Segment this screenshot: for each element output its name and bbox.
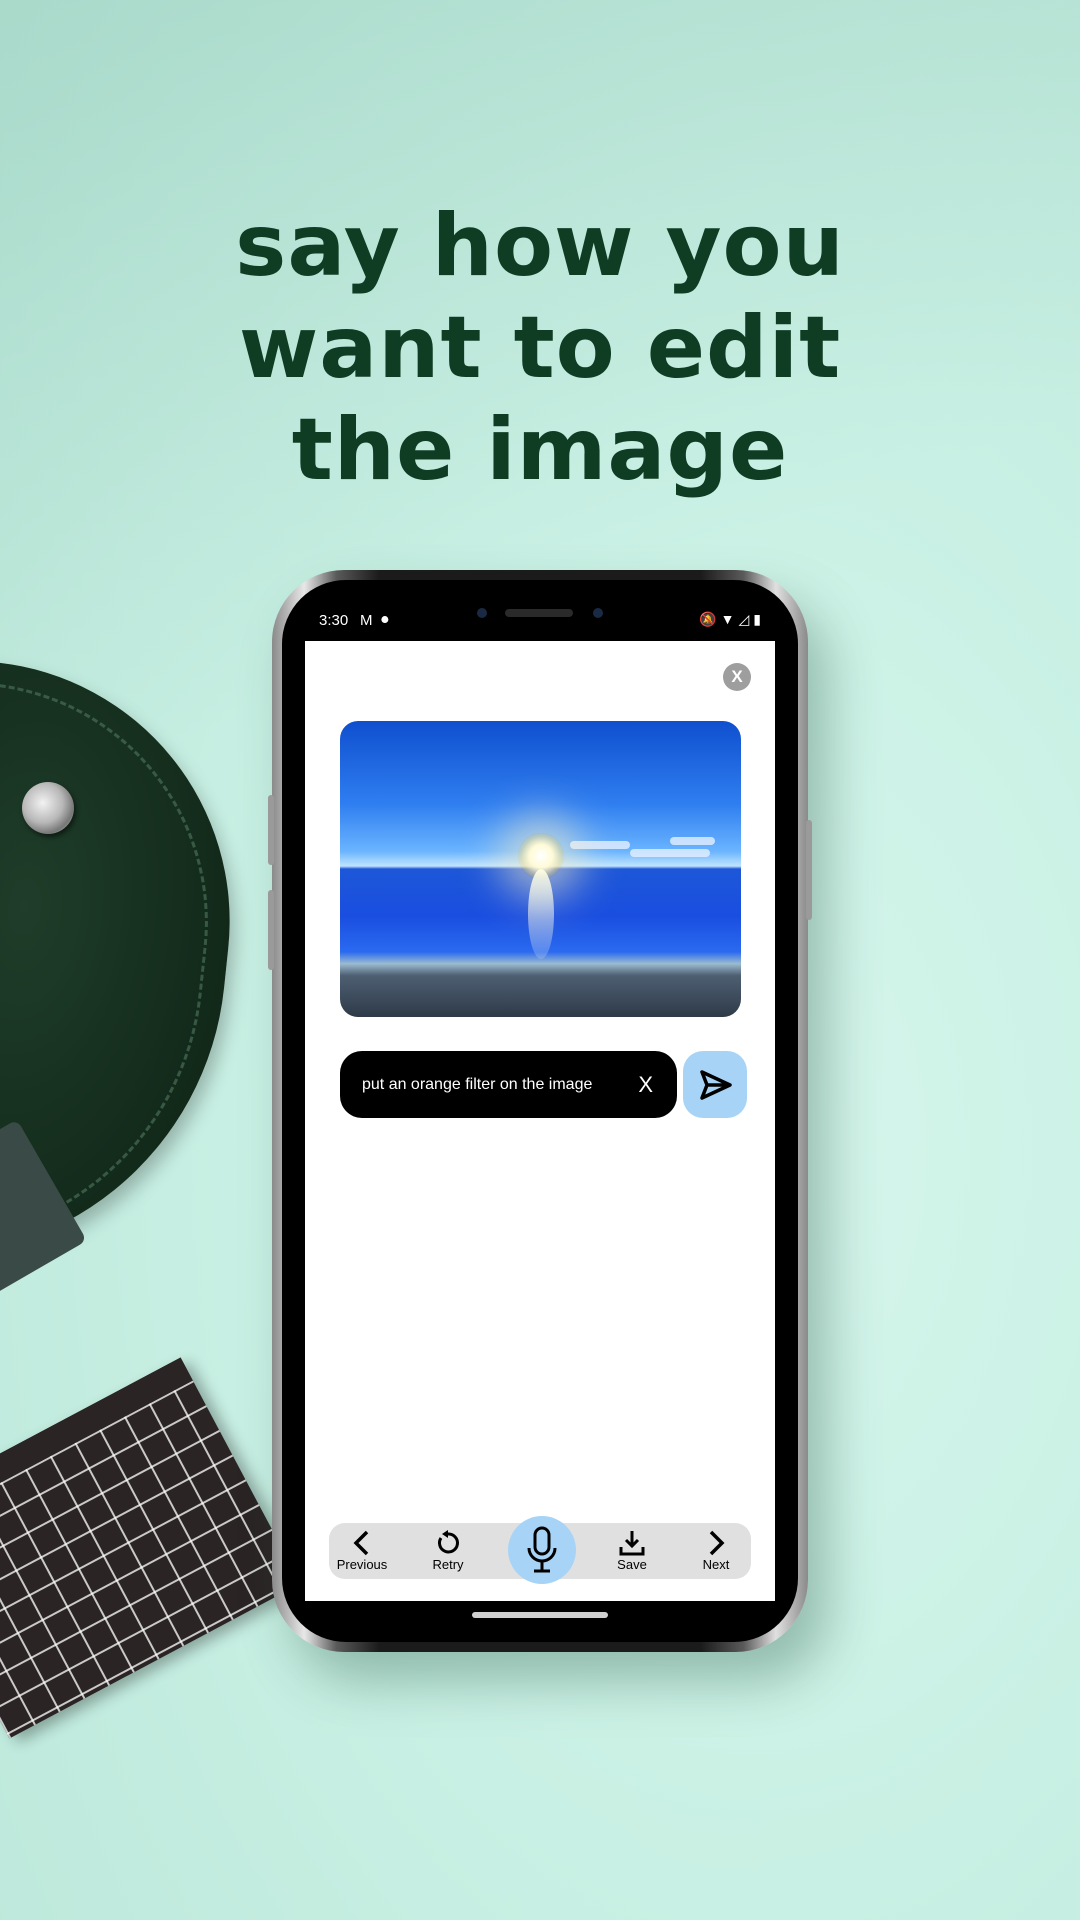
clear-prompt-button[interactable]: X <box>638 1051 653 1118</box>
home-indicator[interactable] <box>472 1612 608 1618</box>
signal-icon: ◿ <box>738 611 754 627</box>
microphone-button[interactable] <box>508 1516 576 1584</box>
next-label: Next <box>702 1557 730 1572</box>
next-button[interactable]: Next <box>681 1527 751 1577</box>
prompt-text: put an orange filter on the image <box>362 1076 593 1093</box>
image-preview <box>340 721 741 1017</box>
volume-down-button <box>268 890 274 970</box>
headline: say how you want to edit the image <box>0 195 1080 501</box>
status-right-icons: 🔕▼◿▮ <box>699 611 765 628</box>
cloud <box>630 849 710 857</box>
send-button[interactable] <box>683 1051 747 1118</box>
status-left-icons: M⚫ <box>360 611 397 629</box>
app-screen: X put an orange filter on the image X Pr… <box>305 641 775 1601</box>
pouch-snap-button <box>22 782 74 834</box>
cloud <box>570 841 630 849</box>
bell-off-icon: 🔕 <box>699 611 721 627</box>
sun-reflection <box>528 869 554 959</box>
wifi-icon: ▼ <box>720 611 739 627</box>
prompt-input[interactable]: put an orange filter on the image X <box>340 1051 677 1118</box>
previous-button[interactable]: Previous <box>327 1527 397 1577</box>
retry-label: Retry <box>432 1557 464 1572</box>
battery-icon: ▮ <box>753 611 765 627</box>
headline-line-1: say how you <box>235 196 845 296</box>
status-time: 3:30 <box>319 612 349 629</box>
status-bar: 3:30 M⚫ 🔕▼◿▮ <box>305 600 775 642</box>
retry-button[interactable]: Retry <box>413 1527 483 1577</box>
gmail-icon: M <box>360 612 379 629</box>
send-icon <box>700 1070 732 1100</box>
keyhole-icon: ⚫ <box>378 612 398 629</box>
retry-icon <box>438 1530 459 1554</box>
headline-line-2: want to edit <box>238 298 842 398</box>
power-button <box>806 820 812 920</box>
chevron-left-icon <box>353 1530 369 1556</box>
headline-line-3: the image <box>291 400 789 500</box>
chevron-right-icon <box>709 1530 725 1556</box>
save-button[interactable]: Save <box>597 1527 667 1577</box>
volume-up-button <box>268 795 274 865</box>
save-label: Save <box>617 1557 647 1572</box>
microphone-icon <box>527 1526 557 1573</box>
close-button[interactable]: X <box>723 663 751 691</box>
download-icon <box>619 1531 645 1556</box>
cloud <box>670 837 715 845</box>
previous-label: Previous <box>336 1557 388 1572</box>
